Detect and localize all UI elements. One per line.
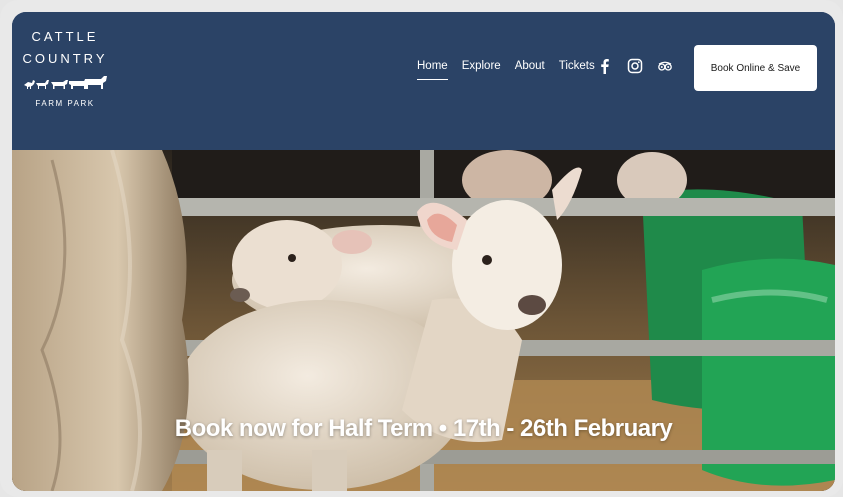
hero-banner-text: Book now for Half Term • 17th - 26th Feb… — [174, 415, 673, 442]
nav-tickets[interactable]: Tickets — [559, 60, 595, 80]
tripadvisor-icon[interactable] — [657, 58, 673, 74]
page: CATTLE COUNTRY FARM PARK Home Explore Ab… — [12, 12, 835, 491]
hero-image: Book now for Half Term • 17th - 26th Feb… — [12, 150, 835, 491]
nav-home[interactable]: Home — [417, 60, 448, 80]
logo-line-2: COUNTRY — [22, 51, 108, 66]
nav-explore[interactable]: Explore — [462, 60, 501, 80]
main-nav: Home Explore About Tickets — [417, 60, 609, 80]
social-links — [597, 58, 673, 74]
farm-animals-icon — [24, 76, 107, 89]
browser-frame: CATTLE COUNTRY FARM PARK Home Explore Ab… — [0, 0, 843, 497]
site-logo[interactable]: CATTLE COUNTRY FARM PARK — [20, 26, 110, 108]
nav-about[interactable]: About — [515, 60, 545, 80]
site-header: CATTLE COUNTRY FARM PARK Home Explore Ab… — [12, 12, 835, 150]
book-online-button[interactable]: Book Online & Save — [694, 45, 817, 91]
logo-line-3: FARM PARK — [35, 99, 95, 108]
facebook-icon[interactable] — [597, 58, 613, 74]
logo-line-1: CATTLE — [31, 29, 99, 44]
instagram-icon[interactable] — [627, 58, 643, 74]
